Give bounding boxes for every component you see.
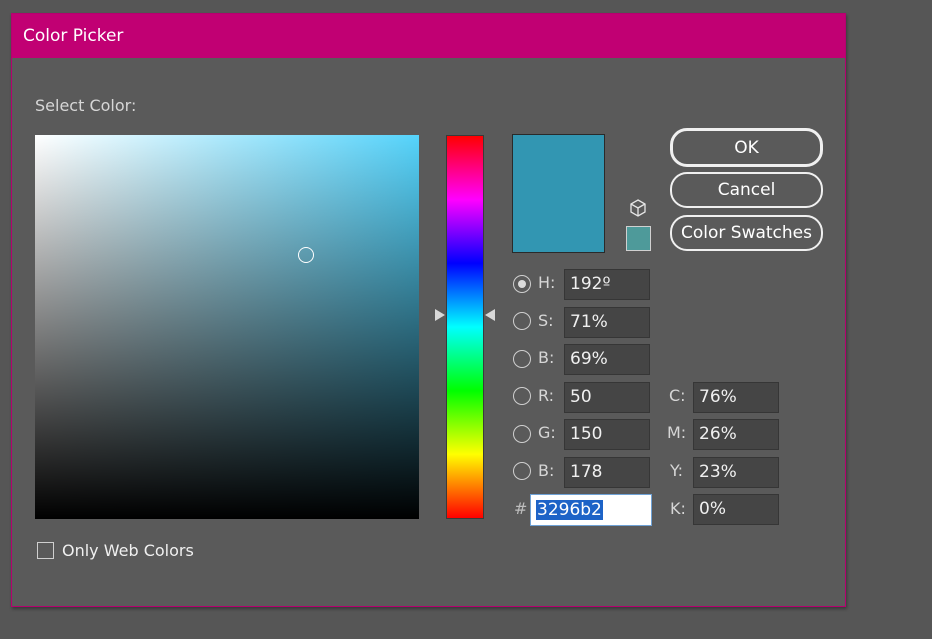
hex-value-selected: 3296b2 [536, 500, 603, 520]
hex-hash-label: # [514, 499, 528, 518]
radio-brightness[interactable] [513, 350, 531, 368]
web-safe-color-swatch[interactable] [626, 226, 651, 251]
black-key-input[interactable]: 0% [693, 494, 779, 525]
hue-input[interactable]: 192º [564, 269, 650, 300]
cyan-input[interactable]: 76% [693, 382, 779, 413]
red-label: R: [538, 386, 555, 405]
saturation-brightness-field[interactable] [35, 135, 419, 519]
radio-red[interactable] [513, 387, 531, 405]
title-bar[interactable]: Color Picker [12, 14, 845, 58]
red-input[interactable]: 50 [564, 382, 650, 413]
radio-saturation[interactable] [513, 312, 531, 330]
color-preview-swatch [512, 134, 605, 253]
cyan-label: C: [669, 386, 686, 405]
ok-button[interactable]: OK [670, 128, 823, 167]
brightness-label: B: [538, 348, 555, 367]
saturation-input[interactable]: 71% [564, 307, 650, 338]
hue-slider[interactable] [446, 135, 484, 519]
hex-input[interactable]: 3296b2 [530, 494, 652, 526]
magenta-label: M: [667, 423, 687, 442]
only-web-colors-label: Only Web Colors [62, 541, 194, 560]
radio-green[interactable] [513, 425, 531, 443]
green-label: G: [538, 423, 556, 442]
saturation-label: S: [538, 311, 554, 330]
radio-blue[interactable] [513, 462, 531, 480]
brightness-input[interactable]: 69% [564, 344, 650, 375]
cube-icon[interactable] [629, 199, 647, 217]
magenta-input[interactable]: 26% [693, 419, 779, 450]
window-title: Color Picker [23, 26, 124, 46]
hue-label: H: [538, 273, 556, 292]
yellow-input[interactable]: 23% [693, 457, 779, 488]
green-input[interactable]: 150 [564, 419, 650, 450]
black-key-label: K: [670, 499, 686, 518]
blue-label: B: [538, 461, 555, 480]
cancel-button[interactable]: Cancel [670, 172, 823, 208]
only-web-colors-checkbox[interactable] [37, 542, 54, 559]
color-swatches-button[interactable]: Color Swatches [670, 215, 823, 251]
color-picker-dialog: Color Picker Select Color: OK Cancel Col… [11, 13, 846, 607]
hue-slider-right-arrow-icon[interactable] [484, 308, 496, 322]
select-color-label: Select Color: [35, 96, 137, 115]
radio-hue[interactable] [513, 275, 531, 293]
blue-input[interactable]: 178 [564, 457, 650, 488]
color-selection-circle-icon[interactable] [298, 247, 314, 263]
yellow-label: Y: [670, 461, 684, 480]
hue-slider-left-arrow-icon[interactable] [434, 308, 446, 322]
